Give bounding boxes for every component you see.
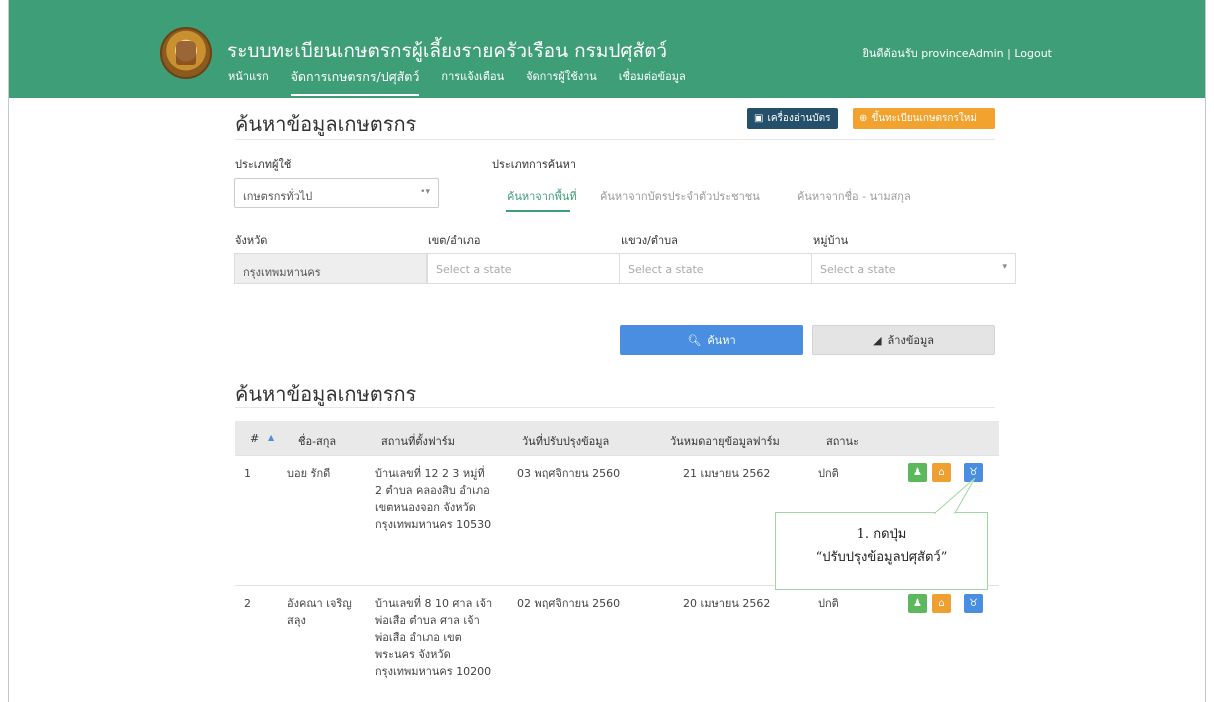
divider [235, 139, 995, 140]
update-livestock-button[interactable]: ♉︎ [964, 594, 983, 613]
user-type-value: เกษตรกรทั่วไป [243, 190, 313, 203]
village-placeholder: Select a state [820, 263, 896, 276]
chevron-down-icon: ▾ [1002, 262, 1007, 272]
edit-farm-button[interactable]: ⌂ [932, 463, 951, 482]
subdistrict-select[interactable]: Select a state [619, 253, 812, 284]
card-reader-button[interactable]: ▣ เครื่องอ่านบัตร [747, 108, 838, 129]
row1-address: บ้านเลขที่ 12 2 3 หมู่ที่ 2 ตำบล คลองสิบ… [375, 467, 492, 531]
col-expiry-date[interactable]: วันหมดอายุข้อมูลฟาร์ม [670, 432, 780, 450]
view-farmer-button[interactable]: ♟ [908, 594, 927, 613]
eraser-icon: ◢ [873, 333, 882, 347]
home-icon: ⌂ [938, 467, 945, 478]
row1-expires: 21 เมษายน 2562 [683, 467, 771, 480]
plus-circle-icon: ⊕ [859, 113, 868, 124]
home-icon: ⌂ [938, 598, 945, 609]
search-type-label: ประเภทการค้นหา [492, 158, 577, 171]
subdistrict-label: แขวง/ตำบล [621, 234, 678, 247]
update-livestock-button[interactable]: ♉︎ [964, 463, 983, 482]
table-header [235, 421, 999, 455]
search-title: ค้นหาข้อมูลเกษตรกร [235, 112, 417, 136]
row1-name: บอย รักดี [287, 467, 331, 480]
row2-name: อังคณา เจริญสลุง [287, 597, 352, 627]
callout-text: 1. กดปุ่ม “ปรับปรุงข้อมูลปศุสัตว์” [775, 523, 988, 569]
view-farmer-button[interactable]: ♟ [908, 463, 927, 482]
province-label: จังหวัด [235, 234, 268, 247]
district-label: เขต/อำเภอ [428, 234, 481, 247]
row-divider [235, 455, 999, 456]
nav-home[interactable]: หน้าแรก [228, 67, 269, 96]
app-title: ระบบทะเบียนเกษตรกรผู้เลี้ยงรายครัวเรือน … [227, 40, 668, 62]
sort-asc-icon[interactable]: ▲ [268, 433, 274, 442]
search-icon: 🔍︎ [687, 333, 702, 347]
province-field: กรุงเทพมหานคร [234, 253, 427, 284]
row1-number: 1 [244, 467, 251, 480]
user-type-select[interactable]: เกษตรกรทั่วไป •▾ [234, 178, 439, 208]
active-tab-indicator [506, 210, 570, 212]
nav-manage-farmers[interactable]: จัดการเกษตรกร/ปศุสัตว์ [290, 67, 420, 96]
user-welcome: ยินดีต้อนรับ provinceAdmin | Logout [862, 44, 1052, 62]
chevron-down-icon: •▾ [420, 187, 430, 197]
district-select[interactable]: Select a state [427, 253, 620, 284]
register-farmer-button[interactable]: ⊕ ขึ้นทะเบียนเกษตรกรใหม่ [853, 108, 995, 129]
tab-search-id-card[interactable]: ค้นหาจากบัตรประจำตัวประชาชน [600, 187, 760, 205]
village-label: หมู่บ้าน [813, 234, 849, 247]
welcome-text: ยินดีต้อนรับ provinceAdmin | [862, 47, 1011, 60]
row1-status: ปกติ [818, 467, 839, 480]
edit-farm-button[interactable]: ⌂ [932, 594, 951, 613]
nav-manage-users[interactable]: จัดการผู้ใช้งาน [526, 67, 597, 96]
register-farmer-label: ขึ้นทะเบียนเกษตรกรใหม่ [871, 113, 977, 124]
row2-address: บ้านเลขที่ 8 10 ศาล เจ้าพ่อเสือ ตำบล ศาล… [375, 597, 493, 678]
search-button[interactable]: 🔍︎ ค้นหา [620, 325, 803, 355]
nav-notifications[interactable]: การแจ้งเตือน [441, 67, 504, 96]
user-icon: ♟ [913, 467, 922, 478]
divider [235, 407, 995, 408]
row2-number: 2 [244, 597, 251, 610]
search-button-label: ค้นหา [707, 334, 736, 347]
user-type-label: ประเภทผู้ใช้ [235, 158, 292, 171]
livestock-icon: ♉︎ [969, 598, 978, 609]
row1-updated: 03 พฤศจิกายน 2560 [517, 467, 621, 480]
clear-button[interactable]: ◢ ล้างข้อมูล [812, 325, 995, 355]
row2-updated: 02 พฤศจิกายน 2560 [517, 597, 621, 610]
row2-expires: 20 เมษายน 2562 [683, 597, 771, 610]
id-card-icon: ▣ [754, 113, 764, 124]
card-reader-label: เครื่องอ่านบัตร [767, 113, 831, 124]
main-nav: หน้าแรก จัดการเกษตรกร/ปศุสัตว์ การแจ้งเต… [228, 67, 708, 96]
col-number[interactable]: # [250, 432, 259, 445]
nav-data-connect[interactable]: เชื่อมต่อข้อมูล [619, 67, 686, 96]
department-logo [160, 27, 212, 79]
user-icon: ♟ [913, 598, 922, 609]
callout-line-2: “ปรับปรุงข้อมูลปศุสัตว์” [815, 550, 948, 565]
tab-search-area[interactable]: ค้นหาจากพื้นที่ [507, 187, 577, 205]
col-status[interactable]: สถานะ [826, 432, 859, 450]
tab-search-name[interactable]: ค้นหาจากชื่อ - นามสกุล [797, 187, 911, 205]
col-name[interactable]: ชื่อ-สกุล [298, 432, 336, 450]
col-farm-location[interactable]: สถานที่ตั้งฟาร์ม [381, 432, 455, 450]
livestock-icon: ♉︎ [969, 467, 978, 478]
village-select[interactable]: Select a state ▾ [811, 253, 1016, 284]
col-updated-date[interactable]: วันที่ปรับปรุงข้อมูล [522, 432, 609, 450]
results-title: ค้นหาข้อมูลเกษตรกร [235, 382, 417, 406]
clear-button-label: ล้างข้อมูล [887, 334, 934, 347]
logout-link[interactable]: Logout [1014, 47, 1052, 60]
callout-line-1: 1. กดปุ่ม [856, 527, 907, 542]
row2-status: ปกติ [818, 597, 839, 610]
